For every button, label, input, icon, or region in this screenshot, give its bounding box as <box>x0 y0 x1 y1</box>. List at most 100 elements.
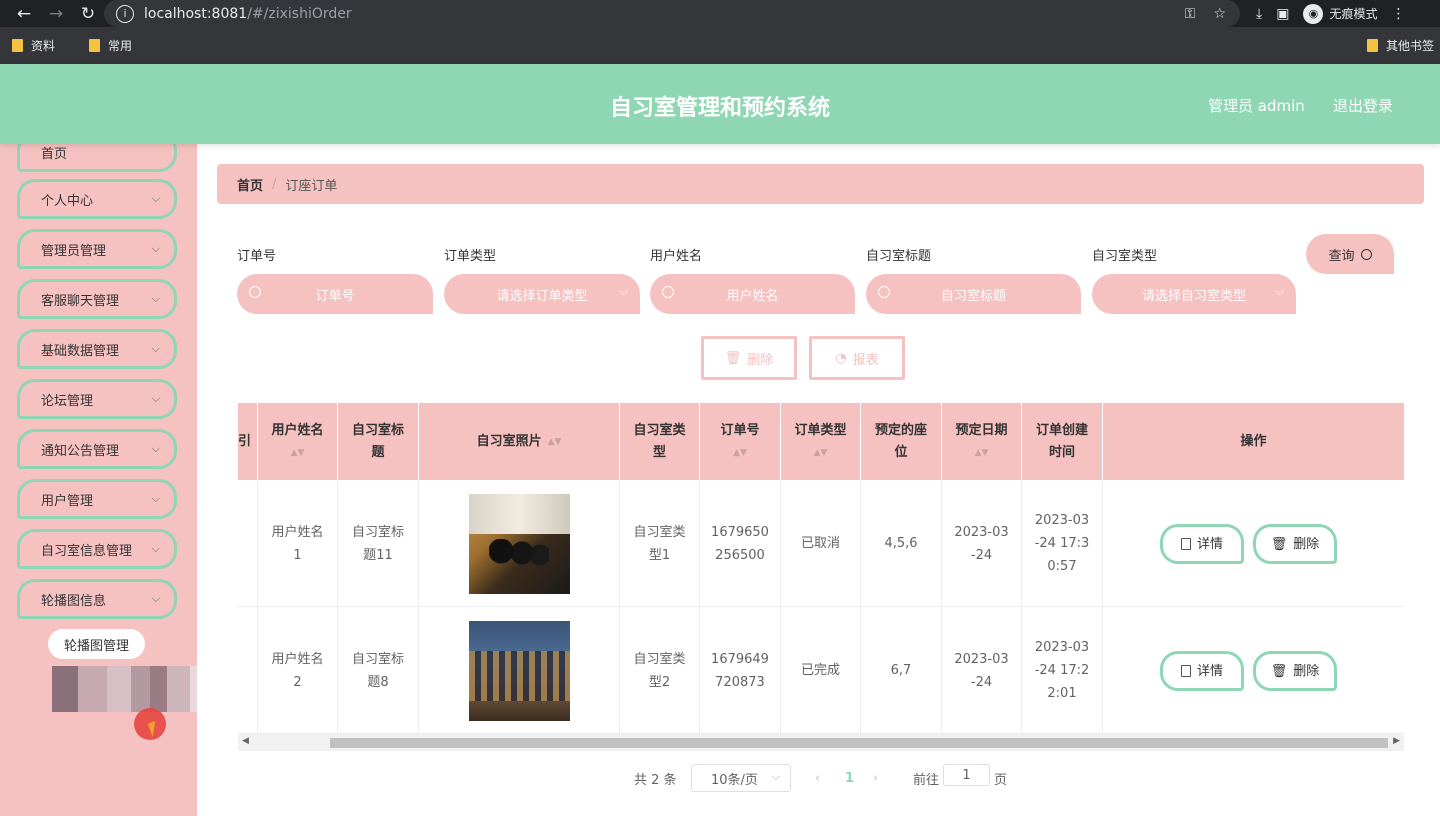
room-photo[interactable] <box>468 620 570 721</box>
column-header-room-photo[interactable]: 自习室照片 ▲▼ <box>419 403 620 480</box>
filter-label-room-type: 自习室类型 <box>1092 249 1158 264</box>
room-title-input[interactable]: 自习室标题 <box>866 274 1081 314</box>
bookmark-folder[interactable]: 资料 <box>12 37 55 54</box>
report-button[interactable]: ◔ 报表 <box>809 336 905 380</box>
cell-order-type: 已取消 <box>781 480 861 607</box>
key-icon[interactable]: ⚿ <box>1185 6 1196 22</box>
cell-created: 2023-03 -24 17:3 0:57 <box>1022 480 1103 607</box>
folder-icon <box>1366 39 1378 52</box>
sidebar-item-carousel[interactable]: 轮播图信息 ⌵ <box>17 579 177 619</box>
sidebar-item-users[interactable]: 用户管理 ⌵ <box>17 479 177 519</box>
sidebar-item-room-info[interactable]: 自习室信息管理 ⌵ <box>17 529 177 569</box>
chevron-down-icon: ⌵ <box>1274 284 1284 298</box>
column-header-room-type[interactable]: 自习室类型 <box>620 403 700 480</box>
sidebar-item-chat[interactable]: 客服聊天管理 ⌵ <box>17 279 177 319</box>
batch-delete-button[interactable]: 🗑 删除 <box>701 336 797 380</box>
query-button[interactable]: 查询 <box>1306 234 1394 274</box>
table-row: 用户姓名 2 自习室标 题8 自习室类 型2 1679649 720873 已完成 6,… <box>238 607 1404 734</box>
goto-page-input[interactable]: 1 <box>943 764 990 786</box>
chevron-down-icon: ⌵ <box>771 770 780 783</box>
username-input[interactable]: 用户姓名 <box>650 274 855 314</box>
chevron-down-icon: ⌵ <box>151 442 160 455</box>
logout-link[interactable]: 退出登录 <box>1333 95 1393 116</box>
address-bar[interactable]: i localhost:8081/#/zixishiOrder ⚿ ☆ <box>104 0 1240 27</box>
incognito-badge[interactable]: ◉ 无痕模式 <box>1303 3 1377 24</box>
trash-icon: 🗑 <box>1270 536 1288 552</box>
column-header-seats[interactable]: 预定的座位 <box>861 403 942 480</box>
menu-icon[interactable]: ⋮ <box>1391 6 1405 22</box>
pagination-total: 共 2 条 <box>634 772 677 788</box>
sort-icon[interactable]: ▲▼ <box>548 431 562 453</box>
table-header: 引 用户姓名 ▲▼ 自习室标题 自习室照片 ▲▼ 自习室类型 订单号 ▲▼ 订单类型 ▲… <box>238 403 1404 480</box>
submenu-carousel-manage[interactable]: 轮播图管理 <box>48 629 145 659</box>
trash-icon: 🗑 <box>1270 663 1288 679</box>
horizontal-scrollbar[interactable]: ◀ ▶ <box>238 734 1404 751</box>
order-no-input[interactable]: 订单号 <box>237 274 433 314</box>
side-panel-icon[interactable]: ▣ <box>1276 6 1289 22</box>
sort-icon[interactable]: ▲▼ <box>975 442 989 464</box>
chevron-down-icon: ⌵ <box>151 342 160 355</box>
bookmarks-bar: 资料 常用 其他书签 <box>0 27 1440 64</box>
chevron-down-icon: ⌵ <box>151 242 160 255</box>
column-header-order-no[interactable]: 订单号 ▲▼ <box>700 403 781 480</box>
sort-icon[interactable]: ▲▼ <box>814 442 828 464</box>
bookmark-folder[interactable]: 常用 <box>89 37 132 54</box>
cell-room-title: 自习室标 题11 <box>338 480 419 607</box>
back-icon[interactable]: ← <box>8 4 40 24</box>
scroll-left-icon[interactable]: ◀ <box>242 736 249 746</box>
detail-button[interactable]: 详情 <box>1160 651 1244 691</box>
scroll-right-icon[interactable]: ▶ <box>1393 736 1400 746</box>
breadcrumb: 首页 / 订座订单 <box>217 164 1424 204</box>
search-icon <box>878 286 890 298</box>
column-header-username[interactable]: 用户姓名 ▲▼ <box>258 403 338 480</box>
sidebar-item-profile[interactable]: 个人中心 ⌵ <box>17 179 177 219</box>
sidebar-item-notice[interactable]: 通知公告管理 ⌵ <box>17 429 177 469</box>
sidebar-item-home[interactable]: 首页 <box>17 144 177 172</box>
cell-room-type: 自习室类 型2 <box>620 607 700 734</box>
breadcrumb-current: 订座订单 <box>285 178 338 194</box>
column-header-created[interactable]: 订单创建时间 <box>1022 403 1103 480</box>
cell-username: 用户姓名 1 <box>258 480 338 607</box>
cell-username: 用户姓名 2 <box>258 607 338 734</box>
sort-icon[interactable]: ▲▼ <box>733 442 747 464</box>
detail-button[interactable]: 详情 <box>1160 524 1244 564</box>
filter-label-order-no: 订单号 <box>237 249 277 264</box>
page-number-current[interactable]: 1 <box>845 764 854 792</box>
reload-icon[interactable]: ↻ <box>72 4 104 24</box>
prev-page-icon[interactable]: ‹ <box>815 764 820 792</box>
cell-room-type: 自习室类 型1 <box>620 480 700 607</box>
app-header: 自习室管理和预约系统 管理员 admin 退出登录 <box>0 64 1440 144</box>
filter-label-username: 用户姓名 <box>650 249 703 264</box>
sidebar-item-forum[interactable]: 论坛管理 ⌵ <box>17 379 177 419</box>
order-type-select[interactable]: 请选择订单类型 ⌵ <box>444 274 640 314</box>
url-host: localhost:8081 <box>144 5 248 22</box>
site-info-icon[interactable]: i <box>116 4 134 23</box>
cell-actions: 详情 🗑 删除 <box>1103 480 1404 607</box>
delete-button[interactable]: 🗑 删除 <box>1253 524 1337 564</box>
sidebar-item-basic-data[interactable]: 基础数据管理 ⌵ <box>17 329 177 369</box>
sort-icon[interactable]: ▲▼ <box>291 442 305 464</box>
cell-actions: 详情 🗑 删除 <box>1103 607 1404 734</box>
page-unit-label: 页 <box>994 772 1008 788</box>
next-page-icon[interactable]: › <box>873 764 878 792</box>
breadcrumb-home[interactable]: 首页 <box>237 175 263 194</box>
scrollbar-thumb[interactable] <box>330 738 1388 748</box>
cell-order-no: 1679649 720873 <box>700 607 781 734</box>
trash-icon: 🗑 <box>724 350 742 366</box>
folder-icon <box>89 39 101 52</box>
forward-icon[interactable]: → <box>40 4 72 24</box>
column-header-date[interactable]: 预定日期 ▲▼ <box>942 403 1022 480</box>
column-header-order-type[interactable]: 订单类型 ▲▼ <box>781 403 861 480</box>
sidebar-item-admin[interactable]: 管理员管理 ⌵ <box>17 229 177 269</box>
room-type-select[interactable]: 请选择自习室类型 ⌵ <box>1092 274 1296 314</box>
delete-button[interactable]: 🗑 删除 <box>1253 651 1337 691</box>
column-header-room-title[interactable]: 自习室标题 <box>338 403 419 480</box>
cell-order-type: 已完成 <box>781 607 861 734</box>
cell-seats: 6,7 <box>861 607 942 734</box>
star-icon[interactable]: ☆ <box>1213 6 1226 22</box>
chevron-down-icon: ⌵ <box>151 192 160 205</box>
other-bookmarks[interactable]: 其他书签 <box>1366 37 1434 54</box>
page-size-select[interactable]: 10条/页 ⌵ <box>691 764 791 792</box>
download-icon[interactable]: ⤓ <box>1256 6 1262 22</box>
room-photo[interactable] <box>468 493 570 594</box>
